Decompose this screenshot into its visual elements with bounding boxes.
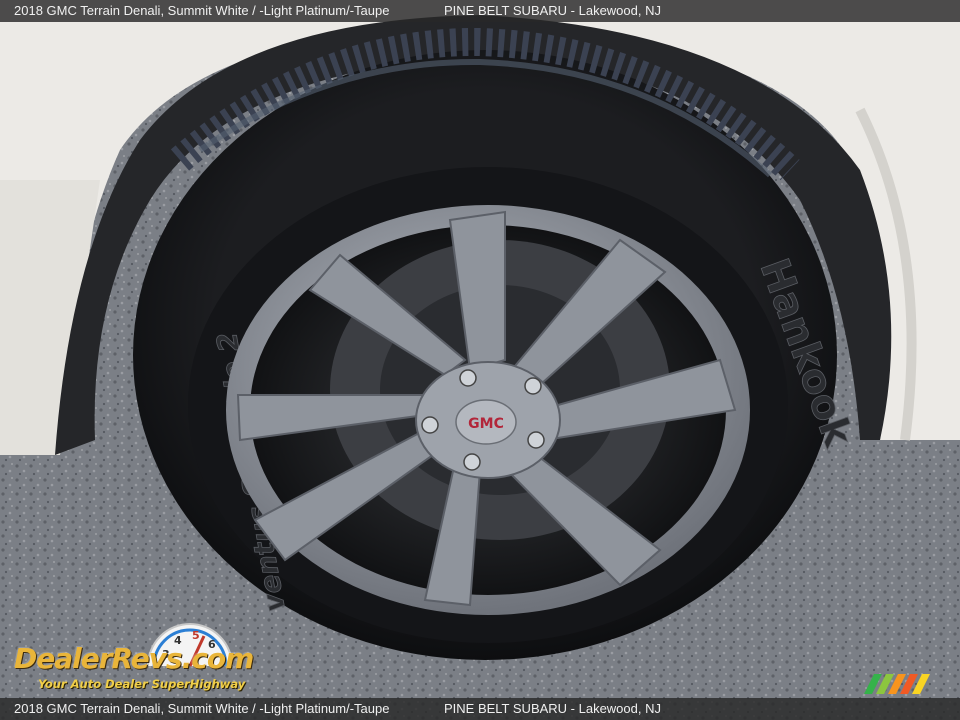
footer-dealer-text: PINE BELT SUBARU - Lakewood, NJ xyxy=(444,701,661,716)
watermark-brand-text: DealerRevs.com xyxy=(14,642,254,675)
header-caption-bar: 2018 GMC Terrain Denali, Summit White / … xyxy=(0,0,960,22)
footer-caption-bar: 2018 GMC Terrain Denali, Summit White / … xyxy=(0,698,960,720)
wheel-photo: Hankook ventus S1 noble 2 GMC xyxy=(0,0,960,720)
color-stripes-logo xyxy=(864,674,930,694)
footer-vehicle-text: 2018 GMC Terrain Denali, Summit White / … xyxy=(14,701,390,716)
svg-text:5: 5 xyxy=(192,629,200,642)
photo-frame: Hankook ventus S1 noble 2 GMC xyxy=(0,0,960,720)
center-cap-badge: GMC xyxy=(468,416,504,432)
dealerrevs-watermark: 3 4 5 6 DealerRevs.com Your Auto Dealer … xyxy=(12,622,272,696)
watermark-tagline-text: Your Auto Dealer SuperHighway xyxy=(38,677,246,691)
header-dealer-text: PINE BELT SUBARU - Lakewood, NJ xyxy=(444,3,661,18)
header-vehicle-text: 2018 GMC Terrain Denali, Summit White / … xyxy=(14,3,390,18)
